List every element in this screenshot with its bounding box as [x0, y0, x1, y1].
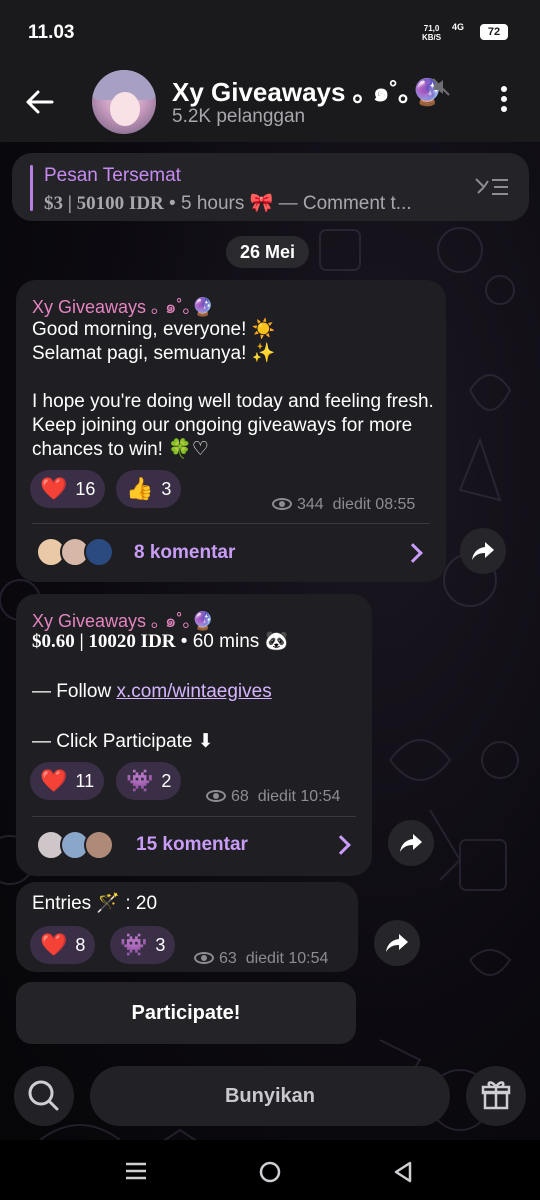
edited-time: diedit 10:54 — [257, 788, 341, 805]
channel-avatar[interactable] — [92, 70, 156, 134]
price-text: $0.60 | 10020 IDR — [32, 631, 176, 652]
battery-indicator: 72 — [480, 24, 508, 40]
share-icon — [472, 542, 494, 560]
eye-icon — [272, 498, 292, 510]
view-count: 68 — [231, 788, 249, 805]
comments-link[interactable]: 8 komentar — [134, 542, 235, 564]
gift-button[interactable] — [466, 1066, 526, 1126]
view-count: 344 — [297, 496, 324, 513]
back-arrow-icon[interactable] — [22, 84, 58, 120]
message-line-2: Selamat pagi, semuanya! ✨ — [32, 343, 276, 364]
thumbs-up-emoji: 👍 — [126, 476, 154, 501]
heart-emoji: ❤️ — [40, 476, 68, 501]
follow-link[interactable]: x.com/wintaegives — [116, 681, 271, 702]
network-speed-value: 71,0 — [423, 24, 440, 33]
reaction-count: 11 — [75, 770, 95, 791]
message-text: $0.60 | 10020 IDR • 60 mins 🐼 — Follow x… — [32, 630, 366, 754]
network-speed: 71,0 KB/S — [422, 24, 441, 42]
message-meta: 63 diedit 10:54 — [194, 950, 328, 968]
status-bar: 11.03 71,0 KB/S 4G 72 — [0, 0, 540, 64]
alien-emoji: 👾 — [126, 768, 154, 793]
eye-icon — [194, 952, 214, 964]
follow-prefix: — Follow — [32, 681, 117, 702]
message-text: Good morning, everyone! ☀️ Selamat pagi,… — [32, 318, 436, 462]
gift-icon — [481, 1081, 511, 1110]
pinned-accent-bar — [30, 165, 33, 211]
system-nav-bar — [0, 1140, 540, 1200]
avatar — [84, 537, 114, 567]
reaction-thumbs-up[interactable]: 👍 3 — [116, 470, 182, 508]
reaction-heart[interactable]: ❤️ 11 — [30, 762, 105, 800]
entries-text: Entries 🪄 : 20 — [32, 893, 158, 914]
divider — [32, 523, 430, 524]
message-bubble-1[interactable]: Xy Giveaways ｡ ๑˚｡🔮 Good morning, everyo… — [16, 280, 446, 582]
pinned-message[interactable]: Pesan Tersemat $3 | 50100 IDR • 5 hours … — [12, 153, 529, 221]
reaction-alien[interactable]: 👾 2 — [116, 762, 182, 800]
follow-line: — Follow x.com/wintaegives — [32, 680, 366, 704]
duration-text: • 60 mins 🐼 — [175, 631, 289, 652]
mute-icon — [432, 78, 450, 96]
chevron-right-icon — [403, 543, 423, 563]
kebab-menu-icon[interactable] — [494, 86, 514, 116]
view-count: 63 — [219, 950, 237, 967]
reaction-count: 8 — [75, 934, 86, 955]
reaction-count: 3 — [161, 478, 172, 499]
pinned-price: $3 | 50100 IDR — [44, 193, 164, 214]
share-button[interactable] — [374, 920, 420, 966]
edited-time: diedit 10:54 — [245, 950, 329, 967]
pinned-title: Pesan Tersemat — [44, 165, 181, 186]
signal-indicator: 4G — [452, 22, 465, 32]
unmute-button[interactable]: Bunyikan — [90, 1066, 450, 1126]
reaction-count: 16 — [75, 478, 96, 499]
heart-emoji: ❤️ — [40, 768, 68, 793]
message-line-1: Good morning, everyone! ☀️ — [32, 319, 276, 340]
reaction-heart[interactable]: ❤️ 16 — [30, 470, 106, 508]
heart-emoji: ❤️ — [40, 932, 68, 957]
reaction-heart[interactable]: ❤️ 8 — [30, 926, 96, 964]
share-icon — [386, 934, 408, 952]
price-line: $0.60 | 10020 IDR • 60 mins 🐼 — [32, 630, 366, 654]
participate-button[interactable]: Participate! — [16, 982, 356, 1044]
network-speed-unit: KB/S — [422, 33, 442, 42]
nav-back-icon[interactable] — [392, 1160, 414, 1184]
nav-recent-icon[interactable] — [124, 1160, 148, 1182]
message-bubble-2[interactable]: Xy Giveaways ｡ ๑˚｡🔮 $0.60 | 10020 IDR • … — [16, 594, 372, 876]
pin-list-icon[interactable] — [474, 175, 510, 199]
channel-header: Xy Giveaways ｡ ๑˚｡🔮 5.2K pelanggan — [0, 64, 540, 142]
comments-link[interactable]: 15 komentar — [136, 834, 248, 856]
message-bubble-3[interactable]: Entries 🪄 : 20 ❤️ 8 👾 3 63 diedit 10:54 — [16, 882, 358, 972]
edited-time: diedit 08:55 — [332, 496, 416, 513]
alien-emoji: 👾 — [120, 932, 148, 957]
reaction-count: 2 — [161, 770, 172, 791]
date-separator: 26 Mei — [226, 236, 310, 268]
search-button[interactable] — [14, 1066, 74, 1126]
eye-icon — [206, 790, 226, 802]
message-line-3: I hope you're doing well today and feeli… — [32, 391, 434, 460]
click-line: — Click Participate ⬇ — [32, 731, 214, 752]
message-meta: 68 diedit 10:54 — [206, 788, 340, 806]
reaction-count: 3 — [155, 934, 166, 955]
reaction-alien[interactable]: 👾 3 — [110, 926, 176, 964]
subscriber-count: 5.2K pelanggan — [172, 106, 306, 127]
avatar — [84, 830, 114, 860]
chevron-right-icon — [331, 835, 351, 855]
search-icon — [28, 1080, 59, 1111]
message-author: Xy Giveaways ｡ ๑˚｡🔮 — [32, 297, 214, 317]
share-button[interactable] — [388, 820, 434, 866]
status-time: 11.03 — [28, 22, 75, 43]
pinned-text: • 5 hours 🎀 — Comment t... — [163, 193, 412, 214]
share-button[interactable] — [460, 528, 506, 574]
avatar-face — [110, 92, 140, 126]
divider — [32, 816, 356, 817]
pinned-preview: $3 | 50100 IDR • 5 hours 🎀 — Comment t..… — [44, 191, 464, 215]
nav-home-icon[interactable] — [258, 1160, 282, 1184]
message-meta: 344 diedit 08:55 — [272, 496, 415, 514]
share-icon — [400, 834, 422, 852]
